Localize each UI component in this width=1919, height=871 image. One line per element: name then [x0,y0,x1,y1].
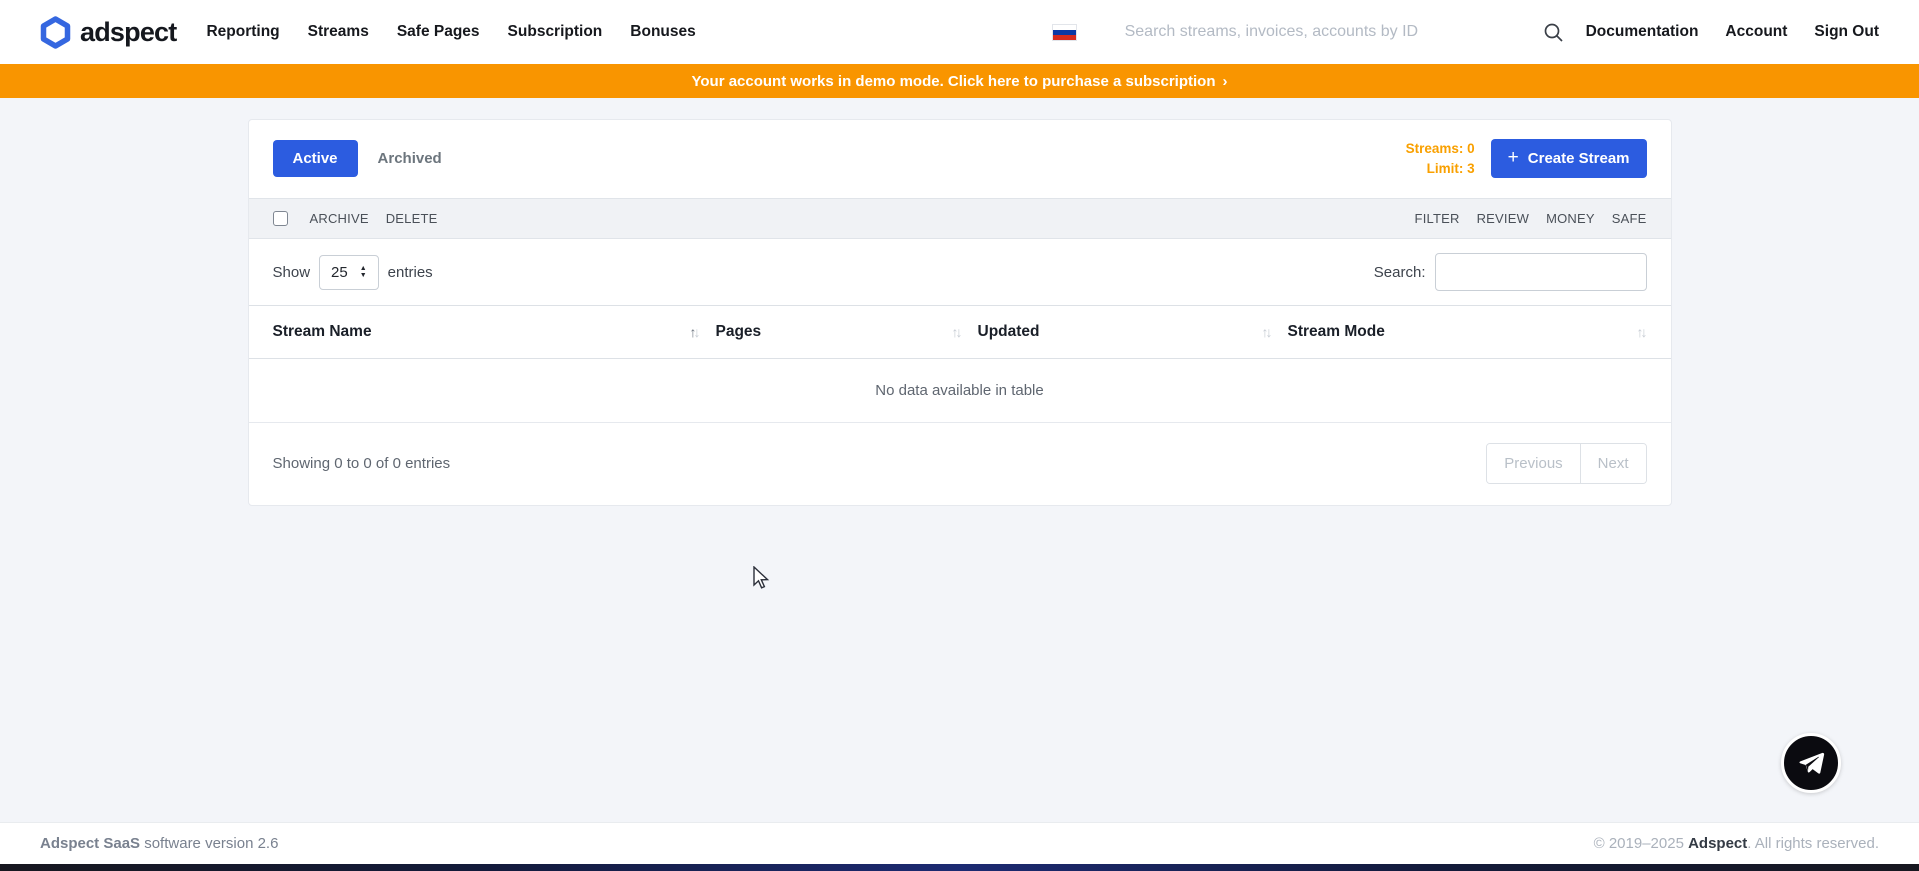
sort-icon: ↑↓ [1637,324,1645,340]
version-text: Adspect SaaS software version 2.6 [40,835,278,852]
tab-active[interactable]: Active [273,140,358,177]
table-search-input[interactable] [1435,253,1647,291]
nav-item-documentation[interactable]: Documentation [1586,23,1699,41]
delete-action[interactable]: DELETE [386,211,438,226]
bulk-actions: ARCHIVE DELETE [310,211,438,226]
copyright-text: © 2019–2025 Adspect. All rights reserved… [1594,835,1879,852]
page-footer: Adspect SaaS software version 2.6 © 2019… [0,822,1919,864]
money-action[interactable]: MONEY [1546,211,1595,226]
sort-icon: ↑↓ [690,324,698,340]
navbar-right: Documentation Account Sign Out [1052,22,1879,43]
main-nav: Reporting Streams Safe Pages Subscriptio… [206,23,695,41]
create-stream-button[interactable]: + Create Stream [1491,139,1647,178]
streams-limit: Limit: 3 [1406,159,1475,179]
demo-banner-text: Your account works in demo mode. Click h… [691,73,1215,90]
card-footer: Showing 0 to 0 of 0 entries Previous Nex… [249,423,1671,505]
page-size-select[interactable]: 25 ▲▼ [319,255,379,290]
brand-name: adspect [80,17,176,48]
top-navbar: adspect Reporting Streams Safe Pages Sub… [0,0,1919,64]
select-all-checkbox[interactable] [273,211,288,226]
table-search: Search: [1374,253,1647,291]
safe-action[interactable]: SAFE [1612,211,1647,226]
nav-item-safe-pages[interactable]: Safe Pages [397,23,480,41]
hexagon-logo-icon [40,16,71,49]
mode-actions: FILTER REVIEW MONEY SAFE [1415,211,1647,226]
streams-count: Streams: 0 [1406,139,1475,159]
demo-mode-banner[interactable]: Your account works in demo mode. Click h… [0,64,1919,98]
show-label: Show [273,264,311,281]
table-empty-message: No data available in table [249,359,1671,423]
previous-page-button[interactable]: Previous [1487,444,1580,483]
telegram-icon [1797,749,1825,777]
column-header-updated[interactable]: Updated ↑↓ [978,323,1288,341]
select-arrows-icon: ▲▼ [360,265,367,280]
column-header-stream-name[interactable]: Stream Name ↑↓ [273,323,716,341]
next-page-button[interactable]: Next [1581,444,1646,483]
adspect-logo[interactable]: adspect [40,16,176,49]
nav-item-subscription[interactable]: Subscription [508,23,603,41]
telegram-chat-button[interactable] [1781,733,1841,793]
entries-label: entries [388,264,433,281]
nav-item-reporting[interactable]: Reporting [206,23,279,41]
card-header: Active Archived Streams: 0 Limit: 3 + Cr… [249,120,1671,198]
window-edge-bar [0,864,1919,871]
entries-summary: Showing 0 to 0 of 0 entries [273,455,451,472]
table-header-row: Stream Name ↑↓ Pages ↑↓ Updated ↑↓ Strea… [249,305,1671,359]
nav-item-sign-out[interactable]: Sign Out [1814,23,1879,41]
stream-quota: Streams: 0 Limit: 3 [1406,139,1475,178]
archive-action[interactable]: ARCHIVE [310,211,369,226]
plus-icon: + [1508,148,1519,167]
account-nav: Documentation Account Sign Out [1586,23,1879,41]
streams-card: Active Archived Streams: 0 Limit: 3 + Cr… [248,119,1672,506]
sort-icon: ↑↓ [952,324,960,340]
review-action[interactable]: REVIEW [1477,211,1529,226]
card-header-right: Streams: 0 Limit: 3 + Create Stream [1406,139,1647,178]
column-header-pages[interactable]: Pages ↑↓ [716,323,978,341]
nav-item-account[interactable]: Account [1725,23,1787,41]
search-icon[interactable] [1543,22,1564,43]
filter-action[interactable]: FILTER [1415,211,1460,226]
nav-item-streams[interactable]: Streams [308,23,369,41]
nav-item-bonuses[interactable]: Bonuses [630,23,695,41]
tab-archived[interactable]: Archived [378,150,442,167]
create-stream-label: Create Stream [1528,150,1630,167]
table-controls: Show 25 ▲▼ entries Search: [249,239,1671,305]
table-search-label: Search: [1374,264,1426,281]
global-search-input[interactable] [1125,23,1525,41]
bulk-actions-toolbar: ARCHIVE DELETE FILTER REVIEW MONEY SAFE [249,198,1671,239]
pagination: Previous Next [1486,443,1646,484]
page-size-value: 25 [331,264,348,281]
sort-icon: ↑↓ [1262,324,1270,340]
russian-flag-icon[interactable] [1052,24,1077,41]
main-content: Active Archived Streams: 0 Limit: 3 + Cr… [0,98,1919,822]
chevron-right-icon: › [1223,73,1228,90]
column-header-stream-mode[interactable]: Stream Mode ↑↓ [1288,323,1647,341]
